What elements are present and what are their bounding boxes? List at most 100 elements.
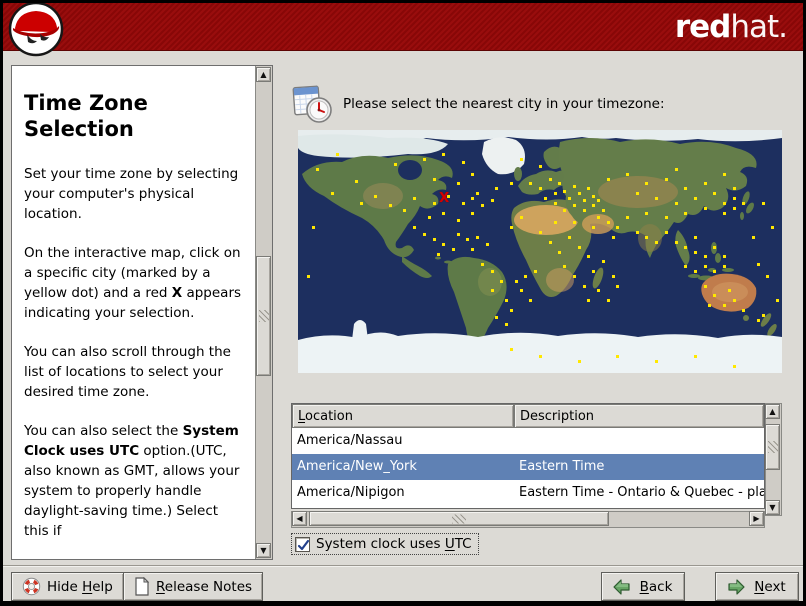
- city-dot[interactable]: [616, 354, 620, 358]
- city-dot[interactable]: [582, 209, 586, 213]
- city-dot[interactable]: [306, 274, 310, 278]
- city-dot[interactable]: [626, 172, 630, 176]
- timezone-row[interactable]: America/New_York Eastern Time: [292, 454, 764, 480]
- city-dot[interactable]: [587, 255, 591, 259]
- city-dot[interactable]: [572, 204, 576, 208]
- back-button[interactable]: Back: [601, 572, 685, 601]
- world-map[interactable]: X: [298, 130, 782, 373]
- city-dot[interactable]: [572, 274, 576, 278]
- city-dot[interactable]: [505, 323, 509, 327]
- city-dot[interactable]: [684, 187, 688, 191]
- city-dot[interactable]: [471, 248, 475, 252]
- city-dot[interactable]: [466, 238, 470, 242]
- city-dot[interactable]: [374, 194, 378, 198]
- city-dot[interactable]: [592, 269, 596, 273]
- city-dot[interactable]: [456, 233, 460, 237]
- city-dot[interactable]: [732, 206, 736, 210]
- city-dot[interactable]: [490, 269, 494, 273]
- city-dot[interactable]: [500, 279, 504, 283]
- city-dot[interactable]: [485, 243, 489, 247]
- city-dot[interactable]: [722, 211, 726, 215]
- city-dot[interactable]: [674, 201, 678, 205]
- hide-help-button[interactable]: Hide Help: [11, 572, 124, 601]
- city-dot[interactable]: [597, 199, 601, 203]
- city-dot[interactable]: [592, 204, 596, 208]
- city-dot[interactable]: [693, 269, 697, 273]
- city-dot[interactable]: [427, 216, 431, 220]
- utc-checkbox[interactable]: [295, 536, 310, 552]
- city-dot[interactable]: [693, 250, 697, 254]
- city-dot[interactable]: [539, 165, 542, 169]
- city-dot[interactable]: [611, 235, 615, 239]
- city-dot[interactable]: [563, 265, 567, 269]
- column-header-location[interactable]: Location: [292, 404, 514, 428]
- city-dot[interactable]: [703, 206, 707, 210]
- city-dot[interactable]: [495, 316, 499, 320]
- city-dot[interactable]: [703, 284, 707, 288]
- city-dot[interactable]: [355, 180, 359, 184]
- city-dot[interactable]: [722, 255, 726, 259]
- city-dot[interactable]: [519, 216, 523, 220]
- city-dot[interactable]: [616, 284, 620, 288]
- table-vertical-scrollbar[interactable]: ▲ ▼: [765, 403, 782, 516]
- city-dot[interactable]: [693, 197, 697, 201]
- city-dot[interactable]: [432, 238, 436, 242]
- city-dot[interactable]: [722, 172, 726, 176]
- city-dot[interactable]: [742, 201, 746, 205]
- city-dot[interactable]: [616, 226, 620, 230]
- city-dot[interactable]: [708, 303, 712, 307]
- city-dot[interactable]: [732, 299, 736, 303]
- city-dot[interactable]: [553, 192, 557, 196]
- city-dot[interactable]: [335, 153, 339, 157]
- city-dot[interactable]: [693, 354, 697, 358]
- city-dot[interactable]: [432, 177, 436, 181]
- city-dot[interactable]: [480, 204, 484, 208]
- city-dot[interactable]: [393, 163, 397, 167]
- city-dot[interactable]: [572, 184, 576, 188]
- city-dot[interactable]: [761, 201, 765, 205]
- city-dot[interactable]: [553, 221, 557, 225]
- city-dot[interactable]: [587, 299, 591, 303]
- city-dot[interactable]: [674, 167, 678, 171]
- city-dot[interactable]: [490, 199, 494, 203]
- city-dot[interactable]: [732, 197, 736, 201]
- city-dot[interactable]: [693, 235, 697, 239]
- city-dot[interactable]: [461, 201, 465, 205]
- city-dot[interactable]: [742, 308, 746, 312]
- city-dot[interactable]: [505, 299, 509, 303]
- scroll-up-icon[interactable]: ▲: [256, 67, 271, 82]
- city-dot[interactable]: [422, 158, 426, 162]
- city-dot[interactable]: [572, 221, 576, 225]
- city-dot[interactable]: [476, 192, 480, 196]
- city-dot[interactable]: [359, 201, 363, 205]
- city-dot[interactable]: [388, 204, 392, 208]
- scroll-up-icon[interactable]: ▲: [765, 404, 780, 419]
- column-header-description[interactable]: Description: [514, 404, 764, 428]
- city-dot[interactable]: [713, 294, 717, 298]
- city-dot[interactable]: [722, 265, 726, 269]
- timezone-row[interactable]: America/Nipigon Eastern Time - Ontario & …: [292, 480, 764, 506]
- city-dot[interactable]: [403, 209, 407, 213]
- city-dot[interactable]: [713, 192, 717, 196]
- city-dot[interactable]: [756, 262, 760, 266]
- city-dot[interactable]: [509, 182, 513, 186]
- city-dot[interactable]: [587, 187, 591, 191]
- city-dot[interactable]: [776, 299, 780, 303]
- city-dot[interactable]: [592, 226, 596, 230]
- city-dot[interactable]: [553, 201, 557, 205]
- city-dot[interactable]: [456, 218, 460, 222]
- city-dot[interactable]: [684, 265, 688, 269]
- city-dot[interactable]: [432, 201, 436, 205]
- city-dot[interactable]: [548, 177, 552, 181]
- help-scrollbar[interactable]: ▲ ▼: [255, 66, 272, 559]
- scroll-down-icon[interactable]: ▼: [256, 543, 271, 558]
- city-dot[interactable]: [655, 240, 659, 244]
- city-dot[interactable]: [606, 299, 610, 303]
- city-dot[interactable]: [635, 192, 639, 196]
- city-dot[interactable]: [664, 177, 668, 181]
- city-dot[interactable]: [732, 187, 736, 191]
- city-dot[interactable]: [471, 197, 475, 201]
- city-dot[interactable]: [577, 192, 581, 196]
- city-dot[interactable]: [597, 216, 601, 220]
- city-dot[interactable]: [558, 182, 562, 186]
